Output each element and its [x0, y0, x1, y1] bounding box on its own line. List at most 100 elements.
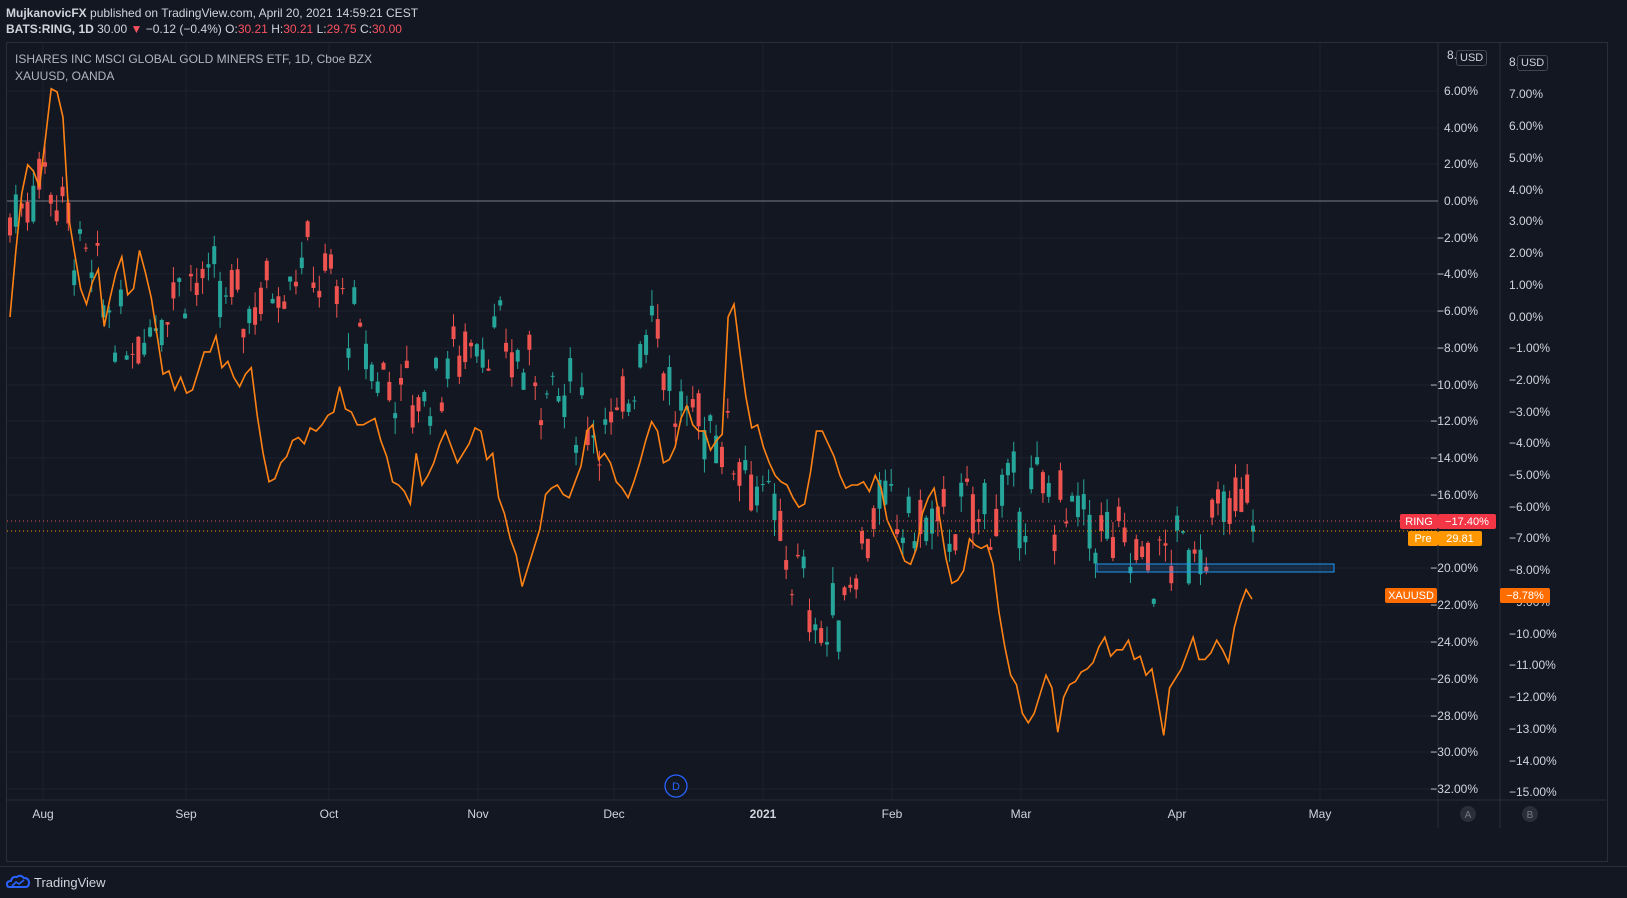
candle-body	[486, 368, 491, 371]
candle-body	[568, 358, 573, 382]
candle-body	[521, 372, 526, 390]
legend-main-series[interactable]: ISHARES INC MSCI GLOBAL GOLD MINERS ETF,…	[15, 52, 372, 66]
left-axis-tick-label: 6.00%	[1444, 84, 1478, 98]
left-axis-tick-label: −14.00%	[1430, 451, 1478, 465]
candle-body	[1157, 539, 1162, 541]
candle-body	[994, 508, 999, 537]
brand-name: TradingView	[34, 874, 106, 890]
left-axis-tick-label: 4.00%	[1444, 121, 1478, 135]
right-axis-tick-label: 4.00%	[1509, 183, 1543, 197]
candle-body	[212, 246, 217, 265]
candle-body	[597, 464, 602, 466]
candle-body	[200, 268, 205, 279]
candle-body	[515, 350, 520, 362]
candle-body	[422, 391, 427, 402]
candle-body	[976, 519, 981, 522]
xau-badge-value-text: −8.78%	[1506, 590, 1544, 602]
candle-body	[959, 482, 964, 497]
ring-badge-label-text: RING	[1405, 516, 1433, 528]
candle-body	[1140, 546, 1145, 557]
right-axis-tick-label: 7.00%	[1509, 87, 1543, 101]
tradingview-logo[interactable]: TradingView	[6, 874, 106, 890]
candle-body	[527, 334, 532, 350]
footer-bar: TradingView	[0, 866, 1627, 898]
candle-body	[498, 300, 503, 306]
candle-body	[644, 334, 649, 355]
left-scale-currency[interactable]: USD	[1456, 50, 1488, 66]
candle-body	[276, 296, 281, 308]
candle-body	[795, 554, 800, 557]
candle-body	[632, 400, 637, 402]
right-axis-tick-label: 0.00%	[1509, 310, 1543, 324]
pre-badge-label-text: Pre	[1414, 533, 1431, 545]
left-axis-tick-label: −26.00%	[1430, 672, 1478, 686]
candle-body	[1227, 498, 1232, 524]
candle-body	[113, 352, 118, 362]
candle-body	[801, 556, 806, 569]
candle-body	[813, 624, 818, 631]
candle-body	[404, 360, 409, 369]
right-axis-tick-label: 6.00%	[1509, 119, 1543, 133]
legend-compare-series[interactable]: XAUUSD, OANDA	[15, 69, 114, 83]
candle-body	[1023, 536, 1028, 543]
candle-body	[223, 295, 228, 297]
candle-body	[293, 281, 298, 287]
candle-body	[1017, 511, 1022, 549]
candle-body	[556, 395, 561, 402]
candle-body	[317, 290, 322, 298]
candle-body	[842, 587, 847, 596]
candle-body	[574, 444, 579, 453]
candle-body	[649, 305, 654, 316]
left-axis-tick-label: −16.00%	[1430, 488, 1478, 502]
candle-body	[749, 474, 754, 511]
candle-body	[900, 537, 905, 544]
chart-canvas[interactable]: 6.00% 4.00% 2.00% 0.00% −2.00% −4.00% −6.00% −8…	[0, 0, 1627, 897]
candle-body	[719, 446, 724, 468]
candle-body	[725, 411, 730, 413]
candle-body	[1221, 491, 1226, 522]
candle-body	[31, 185, 36, 222]
candle-body	[1099, 515, 1104, 531]
candle-body	[1215, 489, 1220, 504]
candle-body	[504, 342, 509, 352]
candle-body	[439, 402, 444, 412]
right-axis-tick-label: −10.00%	[1509, 627, 1557, 641]
candle-body	[1046, 483, 1051, 497]
candle-body	[544, 393, 549, 395]
candle-body	[398, 378, 403, 385]
left-axis-tick-label: −28.00%	[1430, 709, 1478, 723]
left-axis-tick-label: 2.00%	[1444, 157, 1478, 171]
candle-body	[54, 210, 59, 222]
x-axis-tick-label: Dec	[603, 807, 624, 821]
candle-body	[871, 508, 876, 530]
right-axis-tick-label: 3.00%	[1509, 214, 1543, 228]
candle-body	[124, 355, 129, 360]
candle-body	[457, 355, 462, 377]
candle-body	[743, 460, 748, 471]
resistance-box-drawing[interactable]	[1096, 563, 1335, 573]
candle-body	[229, 270, 234, 298]
right-scale-currency[interactable]: USD	[1517, 55, 1549, 71]
candle-body	[1000, 474, 1005, 506]
candle-body	[369, 364, 374, 382]
candle-body	[148, 327, 153, 337]
candle-body	[947, 543, 952, 552]
candle-body	[667, 367, 672, 391]
candle-body	[754, 486, 759, 506]
candle-body	[1029, 467, 1034, 490]
right-axis-tick-label: −12.00%	[1509, 690, 1557, 704]
candle-body	[807, 610, 812, 633]
candle-body	[1070, 495, 1075, 502]
candle-body	[1233, 477, 1238, 512]
candle-body	[434, 357, 439, 369]
candle-body	[492, 316, 497, 328]
right-axis-tick-label: −13.00%	[1509, 722, 1557, 736]
candle-body	[1075, 495, 1080, 518]
candle-body	[346, 348, 351, 358]
candle-body	[626, 403, 631, 413]
candle-body	[206, 264, 211, 268]
candle-body	[889, 484, 894, 486]
left-axis-tick-label: −2.00%	[1437, 231, 1478, 245]
candle-body	[1035, 457, 1040, 465]
candle-body	[188, 273, 193, 277]
